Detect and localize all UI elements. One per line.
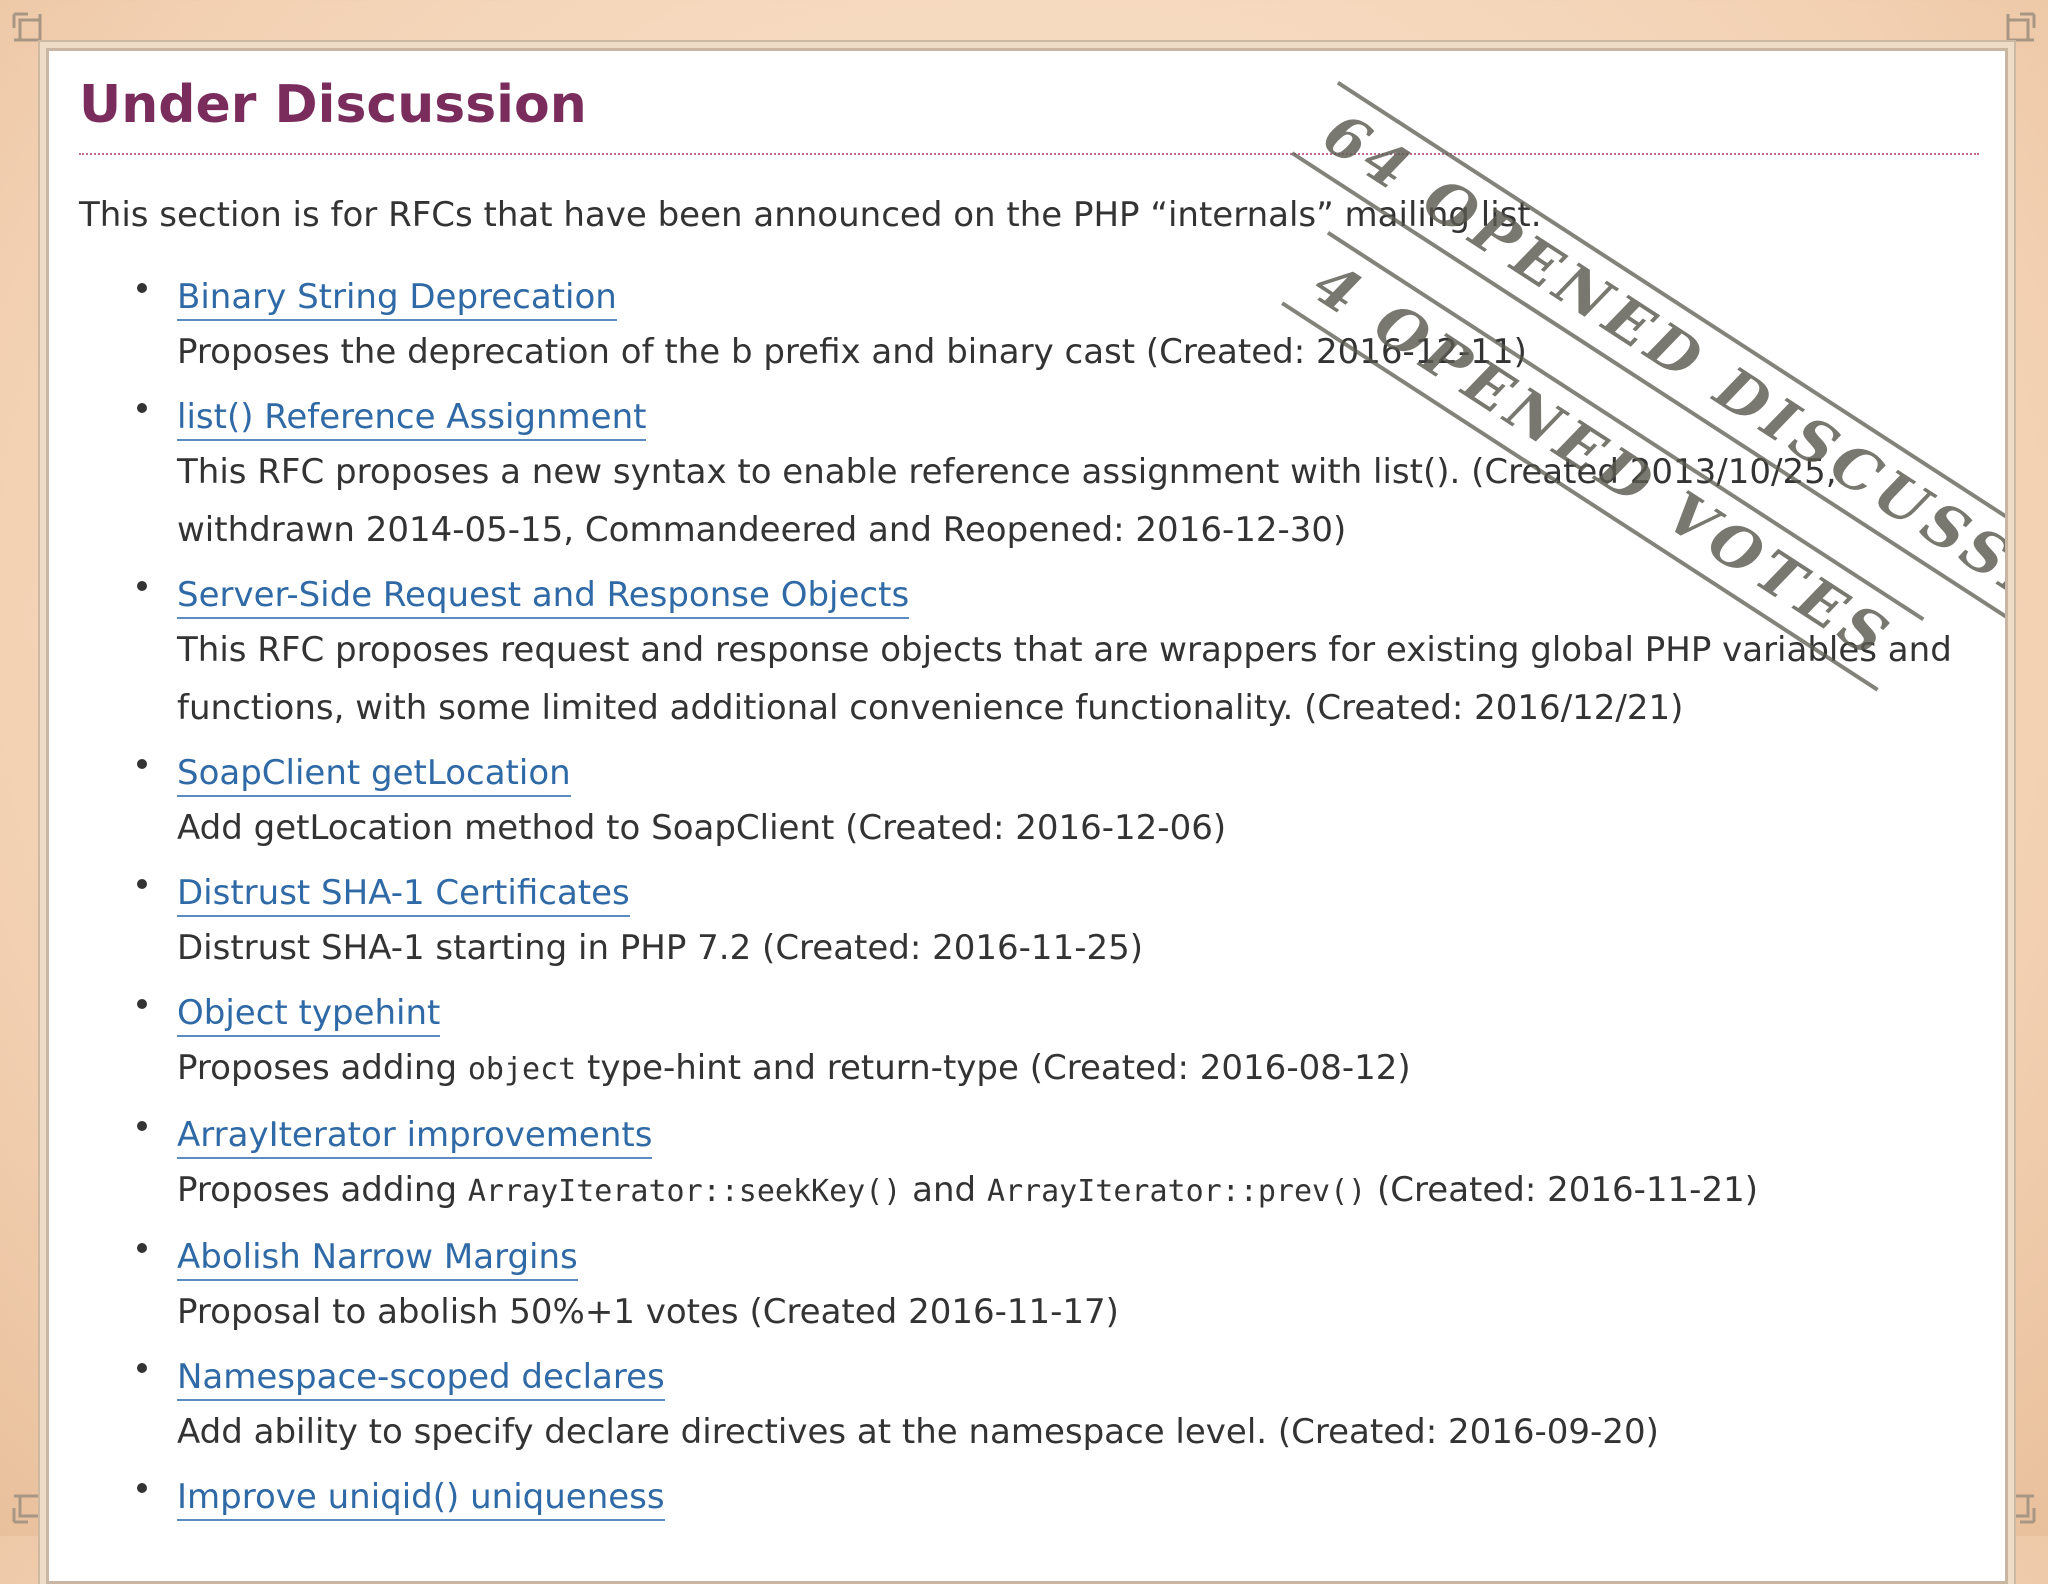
rfc-list: Binary String Deprecation Proposes the d… <box>79 261 1979 1521</box>
bullet-icon <box>137 1363 147 1373</box>
list-item: Abolish Narrow Margins Proposal to aboli… <box>137 1221 1979 1341</box>
list-item: Improve uniqid() uniqueness <box>137 1461 1979 1521</box>
section-intro: This section is for RFCs that have been … <box>79 195 1542 235</box>
page-content: Under Discussion This section is for RFC… <box>79 51 2005 1521</box>
bullet-icon <box>137 403 147 413</box>
rfc-description: Proposes adding ArrayIterator::seekKey()… <box>177 1161 1957 1221</box>
bullet-icon <box>137 283 147 293</box>
rfc-link-list-reference-assignment[interactable]: list() Reference Assignment <box>177 395 647 441</box>
rfc-description: Add getLocation method to SoapClient (Cr… <box>177 808 1227 848</box>
bullet-icon <box>137 1243 147 1253</box>
code-snippet: ArrayIterator::seekKey() <box>467 1174 902 1209</box>
list-item: Object typehint Proposes adding object t… <box>137 977 1979 1099</box>
list-item: Distrust SHA-1 Certificates Distrust SHA… <box>137 857 1979 977</box>
desc-text: Proposes adding <box>177 1048 468 1088</box>
rfc-description: Proposal to abolish 50%+1 votes (Created… <box>177 1292 1119 1332</box>
list-item: Namespace-scoped declares Add ability to… <box>137 1341 1979 1461</box>
bullet-icon <box>137 999 147 1009</box>
bullet-icon <box>137 879 147 889</box>
rfc-link-object-typehint[interactable]: Object typehint <box>177 991 441 1037</box>
rfc-link-binary-string-deprecation[interactable]: Binary String Deprecation <box>177 275 617 321</box>
rfc-link-improve-uniqid[interactable]: Improve uniqid() uniqueness <box>177 1475 665 1521</box>
rfc-link-soapclient-getlocation[interactable]: SoapClient getLocation <box>177 751 571 797</box>
bullet-icon <box>137 759 147 769</box>
desc-text: and <box>901 1170 987 1210</box>
desc-text: type-hint and return-type (Created: 2016… <box>576 1048 1411 1088</box>
rfc-description: Add ability to specify declare directive… <box>177 1412 1659 1452</box>
rfc-description: Distrust SHA-1 starting in PHP 7.2 (Crea… <box>177 928 1143 968</box>
code-snippet: ArrayIterator::prev() <box>986 1174 1367 1209</box>
bullet-icon <box>137 581 147 591</box>
bullet-icon <box>137 1121 147 1131</box>
list-item: Server-Side Request and Response Objects… <box>137 559 1979 737</box>
rfc-link-arrayiterator-improvements[interactable]: ArrayIterator improvements <box>177 1113 653 1159</box>
page-title: Under Discussion <box>79 75 1979 155</box>
rfc-link-server-side-request-response[interactable]: Server-Side Request and Response Objects <box>177 573 910 619</box>
slide-frame: Under Discussion This section is for RFC… <box>46 48 2008 1584</box>
code-snippet: object <box>467 1052 577 1087</box>
list-item: SoapClient getLocation Add getLocation m… <box>137 737 1979 857</box>
rfc-description: Proposes adding object type-hint and ret… <box>177 1039 1957 1099</box>
desc-text: (Created: 2016-11-21) <box>1366 1170 1758 1210</box>
rfc-link-abolish-narrow-margins[interactable]: Abolish Narrow Margins <box>177 1235 578 1281</box>
rfc-link-distrust-sha1[interactable]: Distrust SHA-1 Certificates <box>177 871 630 917</box>
list-item: ArrayIterator improvements Proposes addi… <box>137 1099 1979 1221</box>
desc-text: Proposes adding <box>177 1170 468 1210</box>
rfc-description: This RFC proposes request and response o… <box>177 630 1952 728</box>
rfc-link-namespace-scoped-declares[interactable]: Namespace-scoped declares <box>177 1355 665 1401</box>
bullet-icon <box>137 1483 147 1493</box>
